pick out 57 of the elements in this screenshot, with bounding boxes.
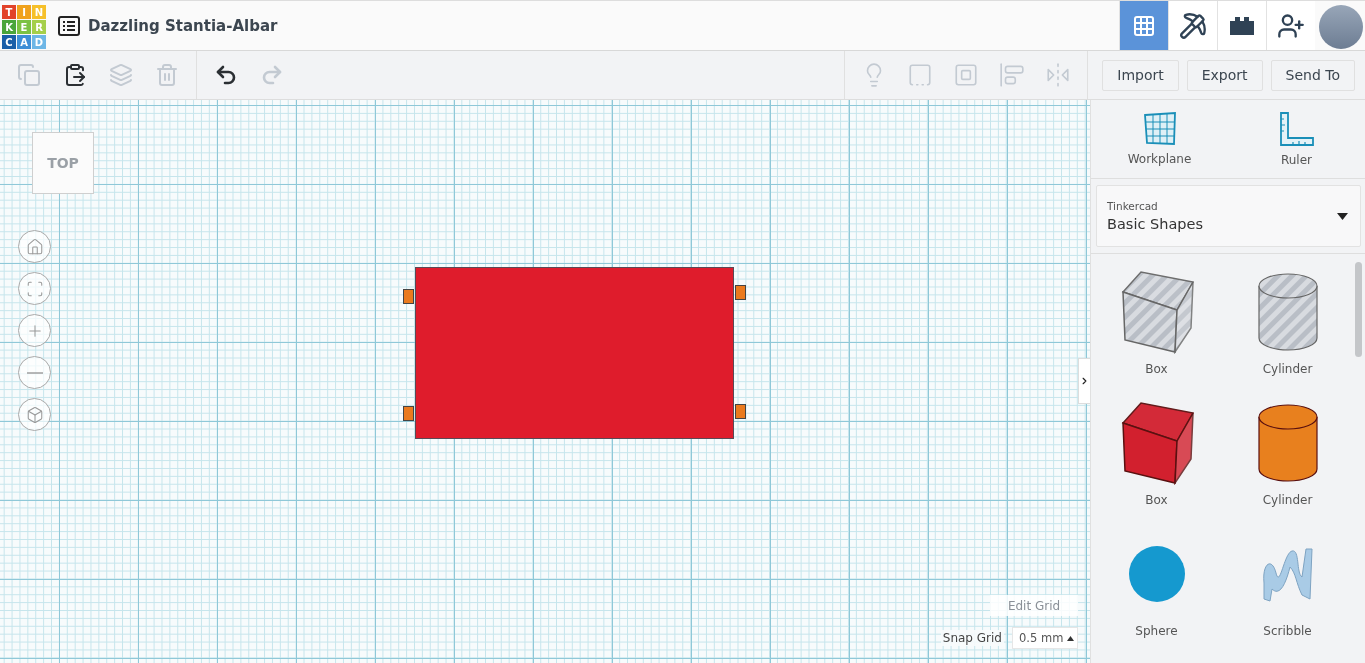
redo-icon xyxy=(260,63,284,87)
undo-icon xyxy=(214,63,238,87)
mirror-icon xyxy=(1045,62,1072,88)
shape-tile[interactable]: Box xyxy=(1091,397,1222,528)
zoom-out-button[interactable] xyxy=(18,356,51,389)
home-icon xyxy=(25,237,44,256)
grid-icon xyxy=(1132,13,1156,38)
shape-tile[interactable]: Box xyxy=(1091,266,1222,397)
perspective-button[interactable] xyxy=(18,398,51,431)
shape-library-dropdown[interactable]: Tinkercad Basic Shapes xyxy=(1096,185,1361,247)
avatar[interactable] xyxy=(1319,4,1363,49)
workplane-tool[interactable]: Workplane xyxy=(1091,100,1228,178)
logo[interactable]: T I N K E R C A D xyxy=(2,5,46,49)
add-user-icon xyxy=(1277,11,1305,40)
shape-tile[interactable]: Cylinder xyxy=(1222,266,1353,397)
duplicate-icon xyxy=(109,63,133,87)
design-title[interactable]: Dazzling Stantia-Albar xyxy=(88,16,1119,35)
shape-tile[interactable]: Scribble xyxy=(1222,528,1353,659)
home-button[interactable] xyxy=(18,230,51,263)
brick-icon xyxy=(1228,15,1256,36)
workplane-grid[interactable]: TOP Edit Grid Snap Grid 0.5 mm xyxy=(0,100,1090,663)
menu-icon xyxy=(58,15,80,36)
resize-handle[interactable] xyxy=(735,285,746,300)
fit-icon xyxy=(25,279,44,298)
copy-icon xyxy=(17,63,41,87)
paste-icon xyxy=(63,63,87,87)
ruler-icon xyxy=(1278,111,1315,147)
pickaxe-icon xyxy=(1179,11,1207,40)
zoom-in-button[interactable] xyxy=(18,314,51,347)
grid-plane-icon xyxy=(1142,112,1177,146)
resize-handle[interactable] xyxy=(735,404,746,419)
perspective-icon xyxy=(25,405,44,424)
zoom-out-icon xyxy=(26,371,43,374)
caret-icon xyxy=(1067,635,1075,641)
brick-nav-button[interactable] xyxy=(1217,1,1266,50)
group-icon xyxy=(907,62,934,88)
action-button[interactable]: Export xyxy=(1186,59,1263,91)
delete-icon xyxy=(155,63,179,87)
action-button[interactable]: Import xyxy=(1102,59,1179,91)
action-button[interactable]: Send To xyxy=(1270,59,1355,91)
resize-handle[interactable] xyxy=(403,406,414,421)
align-icon xyxy=(999,62,1026,88)
library-value: Basic Shapes xyxy=(1107,216,1204,232)
add-user-nav-button[interactable] xyxy=(1266,1,1315,50)
snap-grid-label: Snap Grid xyxy=(940,630,1004,646)
hole-icon xyxy=(953,62,980,88)
snap-grid-select[interactable]: 0.5 mm xyxy=(1012,627,1078,649)
shape-tile[interactable]: Sphere xyxy=(1091,528,1222,659)
shape-tile[interactable]: Cylinder xyxy=(1222,397,1353,528)
fit-button[interactable] xyxy=(18,272,51,305)
scrollbar-thumb[interactable] xyxy=(1355,262,1362,357)
dropdown-caret-icon xyxy=(1337,212,1348,220)
collapse-panel-button[interactable] xyxy=(1078,358,1090,404)
pickaxe-nav-button[interactable] xyxy=(1168,1,1217,50)
ruler-tool[interactable]: Ruler xyxy=(1228,100,1365,178)
library-label: Tinkercad xyxy=(1107,200,1159,212)
resize-handle[interactable] xyxy=(403,289,414,304)
